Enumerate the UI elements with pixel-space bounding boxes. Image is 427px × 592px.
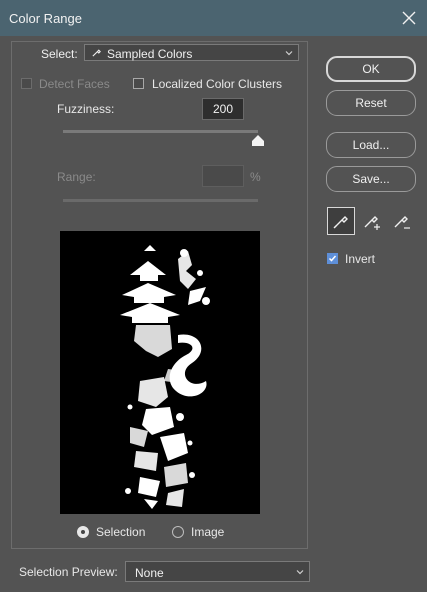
- fuzziness-label: Fuzziness:: [57, 102, 115, 116]
- selection-radio[interactable]: [77, 526, 89, 538]
- selection-radio-label: Selection: [96, 525, 146, 539]
- detect-faces-label: Detect Faces: [39, 77, 110, 91]
- save-button[interactable]: Save...: [326, 166, 416, 192]
- load-button[interactable]: Load...: [326, 132, 416, 158]
- select-dropdown[interactable]: Sampled Colors: [84, 44, 299, 61]
- image-radio-label: Image: [191, 525, 225, 539]
- selection-preview-label: Selection Preview:: [19, 565, 118, 579]
- range-unit: %: [250, 170, 261, 184]
- ok-button[interactable]: OK: [326, 56, 416, 82]
- fuzziness-slider-track[interactable]: [63, 130, 258, 133]
- preview-mask-image: [120, 245, 210, 509]
- chevron-down-icon: [296, 570, 304, 575]
- eyedropper-tool[interactable]: [327, 207, 355, 235]
- eyedropper-subtract-icon: [394, 216, 410, 229]
- reset-button[interactable]: Reset: [326, 90, 416, 116]
- invert-checkbox[interactable]: [327, 253, 338, 264]
- range-label: Range:: [57, 170, 96, 184]
- selection-preview-image: [60, 231, 260, 514]
- fuzziness-input[interactable]: 200: [202, 98, 244, 120]
- invert-label: Invert: [345, 252, 376, 266]
- eyedropper-icon: [92, 49, 101, 57]
- detect-faces-checkbox: [21, 78, 32, 89]
- chevron-down-icon: [285, 51, 293, 56]
- dialog-title: Color Range: [9, 11, 82, 26]
- localized-color-clusters-checkbox[interactable]: [133, 78, 144, 89]
- eyedropper-icon: [333, 216, 348, 229]
- range-input: [202, 165, 244, 187]
- image-radio[interactable]: [172, 526, 184, 538]
- select-label: Select:: [41, 47, 78, 61]
- eyedropper-subtract-tool[interactable]: [387, 207, 415, 235]
- fuzziness-slider-thumb[interactable]: [252, 135, 264, 146]
- localized-color-clusters-label: Localized Color Clusters: [152, 77, 283, 91]
- eyedropper-add-tool[interactable]: [357, 207, 385, 235]
- range-slider-track: [63, 199, 258, 202]
- select-value: Sampled Colors: [107, 47, 193, 61]
- checkmark-icon: [328, 255, 337, 262]
- eyedropper-add-icon: [364, 216, 380, 230]
- title-bar: Color Range: [0, 0, 427, 36]
- selection-preview-dropdown[interactable]: None: [125, 561, 310, 582]
- selection-preview-value: None: [135, 566, 164, 580]
- close-icon[interactable]: [397, 6, 421, 30]
